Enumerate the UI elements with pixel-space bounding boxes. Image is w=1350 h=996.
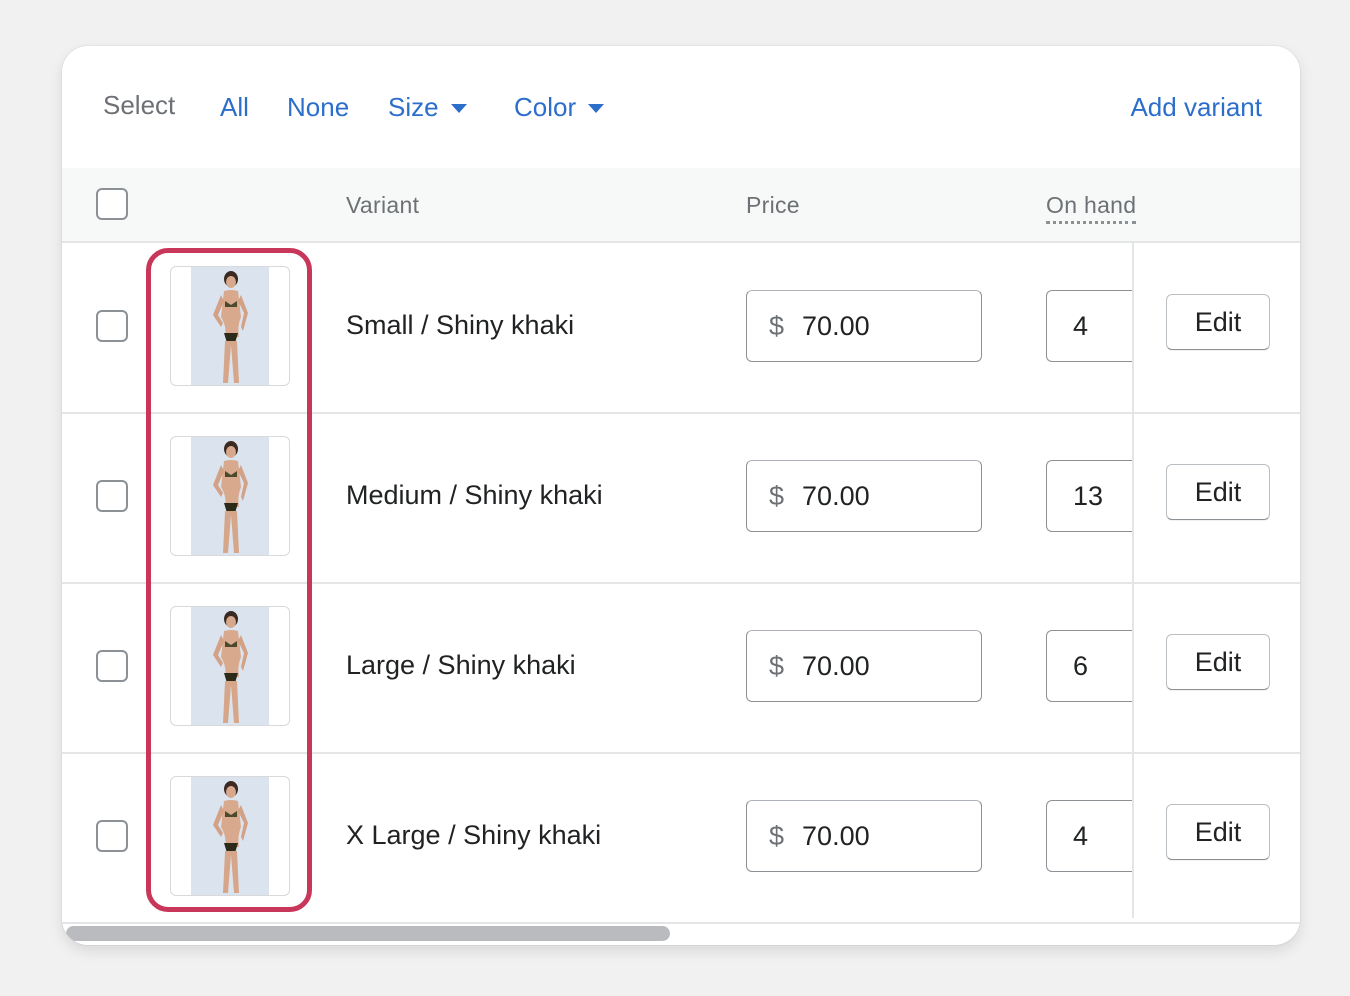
variant-thumbnail[interactable] xyxy=(170,606,290,726)
on-hand-input[interactable]: 6 xyxy=(1046,630,1134,702)
color-dropdown-label: Color xyxy=(514,92,577,122)
on-hand-value: 4 xyxy=(1073,820,1089,851)
variant-name: X Large / Shiny khaki xyxy=(346,820,602,850)
model-photo-icon xyxy=(191,437,269,555)
price-column-header: Price xyxy=(746,192,800,218)
model-photo-icon xyxy=(191,607,269,725)
currency-symbol: $ xyxy=(769,310,785,341)
on-hand-value: 13 xyxy=(1073,480,1104,511)
price-input[interactable]: $ 70.00 xyxy=(746,290,982,362)
price-value: 70.00 xyxy=(802,310,870,341)
model-photo-icon xyxy=(191,267,269,385)
select-bar: Select All None Size Color Add variant xyxy=(62,46,1300,168)
size-dropdown-label: Size xyxy=(388,92,439,122)
price-input[interactable]: $ 70.00 xyxy=(746,460,982,532)
variant-thumbnail[interactable] xyxy=(170,266,290,386)
variants-card: Select All None Size Color Add variant V… xyxy=(62,46,1300,945)
color-dropdown[interactable]: Color xyxy=(514,92,605,123)
add-variant-link[interactable]: Add variant xyxy=(1130,92,1262,123)
on-hand-value: 4 xyxy=(1073,310,1089,341)
variant-thumbnail[interactable] xyxy=(170,776,290,896)
row-checkbox[interactable] xyxy=(96,480,128,512)
price-value: 70.00 xyxy=(802,650,870,681)
price-value: 70.00 xyxy=(802,480,870,511)
caret-down-icon xyxy=(450,104,467,113)
currency-symbol: $ xyxy=(769,820,785,851)
on-hand-value: 6 xyxy=(1073,650,1089,681)
on-hand-column-header[interactable]: On hand xyxy=(1046,192,1137,224)
on-hand-input[interactable]: 13 xyxy=(1046,460,1134,532)
variant-name: Large / Shiny khaki xyxy=(346,650,576,680)
model-photo-icon xyxy=(191,777,269,895)
currency-symbol: $ xyxy=(769,650,785,681)
table-row: Medium / Shiny khaki $ 70.00 13 Edit xyxy=(62,412,1300,584)
on-hand-input[interactable]: 4 xyxy=(1046,290,1134,362)
edit-button[interactable]: Edit xyxy=(1166,294,1270,350)
variant-thumbnail[interactable] xyxy=(170,436,290,556)
edit-button[interactable]: Edit xyxy=(1166,804,1270,860)
on-hand-input[interactable]: 4 xyxy=(1046,800,1134,872)
price-value: 70.00 xyxy=(802,820,870,851)
row-checkbox[interactable] xyxy=(96,650,128,682)
table-header: Variant Price On hand xyxy=(62,168,1300,243)
select-label: Select xyxy=(103,90,176,120)
variant-column-header: Variant xyxy=(346,192,420,218)
table-row: Large / Shiny khaki $ 70.00 6 Edit xyxy=(62,582,1300,754)
size-dropdown[interactable]: Size xyxy=(388,92,467,123)
table-row: Small / Shiny khaki $ 70.00 4 Edit xyxy=(62,242,1300,414)
price-input[interactable]: $ 70.00 xyxy=(746,630,982,702)
sticky-column-divider xyxy=(1132,242,1134,918)
table-row: X Large / Shiny khaki $ 70.00 4 Edit xyxy=(62,752,1300,924)
row-checkbox[interactable] xyxy=(96,310,128,342)
select-none-link[interactable]: None xyxy=(287,92,349,123)
row-checkbox[interactable] xyxy=(96,820,128,852)
edit-button[interactable]: Edit xyxy=(1166,634,1270,690)
edit-button[interactable]: Edit xyxy=(1166,464,1270,520)
select-all-checkbox[interactable] xyxy=(96,188,128,220)
variant-name: Medium / Shiny khaki xyxy=(346,480,603,510)
caret-down-icon xyxy=(588,104,605,113)
select-all-link[interactable]: All xyxy=(220,92,249,123)
horizontal-scrollbar[interactable] xyxy=(66,926,670,941)
variant-name: Small / Shiny khaki xyxy=(346,310,575,340)
price-input[interactable]: $ 70.00 xyxy=(746,800,982,872)
currency-symbol: $ xyxy=(769,480,785,511)
